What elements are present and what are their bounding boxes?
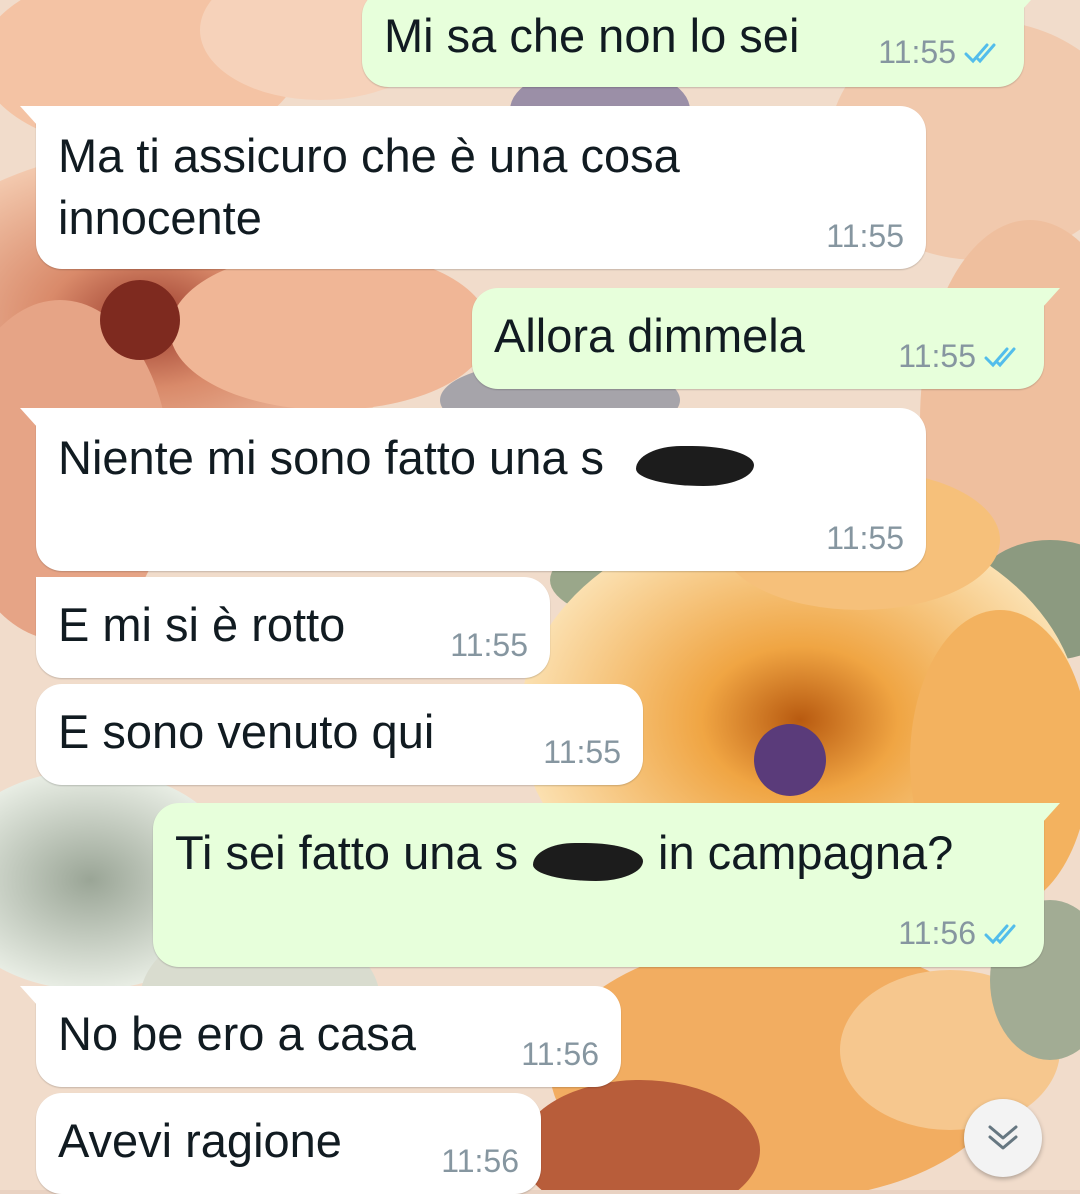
message-time: 11:55 <box>450 627 528 663</box>
message-meta: 11:55 <box>878 34 1002 71</box>
bubble-tail <box>1042 288 1060 308</box>
message-bubble-incoming[interactable]: E sono venuto qui 11:55 <box>36 684 643 785</box>
message-meta: 11:56 <box>898 915 1022 952</box>
message-time: 11:55 <box>898 338 976 374</box>
message-time: 11:55 <box>878 34 956 70</box>
message-time: 11:55 <box>826 218 904 254</box>
message-bubble-outgoing[interactable]: Allora dimmela 11:55 <box>472 288 1060 389</box>
message-time: 11:55 <box>826 520 904 556</box>
bubble-tail <box>20 106 38 126</box>
message-time: 11:56 <box>898 915 976 951</box>
message-bubble-incoming[interactable]: E mi si è rotto 11:55 <box>36 577 550 678</box>
message-text: E sono venuto qui <box>58 705 435 758</box>
message-text-line1: Ma ti assicuro che è una cosa <box>58 129 680 182</box>
message-bubble-outgoing[interactable]: Ti sei fatto una s in campagna? 11:56 <box>153 803 1060 967</box>
message-bubble-outgoing[interactable]: Mi sa che non lo sei 11:55 <box>362 0 1031 87</box>
message-bubble-incoming[interactable]: Avevi ragione 11:56 <box>36 1093 541 1194</box>
message-time: 11:55 <box>543 734 621 770</box>
double-check-icon <box>984 347 1016 367</box>
redaction-mark <box>533 843 643 881</box>
bubble-tail <box>20 986 38 1006</box>
bubble-tail <box>20 408 38 428</box>
message-time: 11:56 <box>521 1036 599 1072</box>
message-time: 11:56 <box>441 1143 519 1179</box>
message-bubble-incoming[interactable]: Niente mi sono fatto una s 11:55 <box>20 408 926 571</box>
double-check-icon <box>984 924 1016 944</box>
message-text-after: in campagna? <box>658 826 954 879</box>
redaction-mark <box>636 446 754 486</box>
message-text: Avevi ragione <box>58 1114 342 1167</box>
message-text: Mi sa che non lo sei <box>384 9 800 62</box>
message-meta: 11:55 <box>898 338 1022 375</box>
message-text-before: Ti sei fatto una s <box>175 826 519 879</box>
message-bubble-incoming[interactable]: Ma ti assicuro che è una cosa innocente … <box>20 106 926 269</box>
message-text-line2: innocente <box>58 191 262 244</box>
bubble-tail <box>1042 803 1060 823</box>
message-text: Niente mi sono fatto una s <box>58 431 605 484</box>
double-check-icon <box>964 43 996 63</box>
bubble-tail <box>1022 0 1031 10</box>
message-text: No be ero a casa <box>58 1007 416 1060</box>
message-bubble-incoming[interactable]: No be ero a casa 11:56 <box>20 986 621 1087</box>
double-chevron-down-icon <box>988 1125 1018 1150</box>
scroll-to-bottom-button[interactable] <box>964 1099 1042 1177</box>
message-text: E mi si è rotto <box>58 598 346 651</box>
message-text: Allora dimmela <box>494 309 805 362</box>
